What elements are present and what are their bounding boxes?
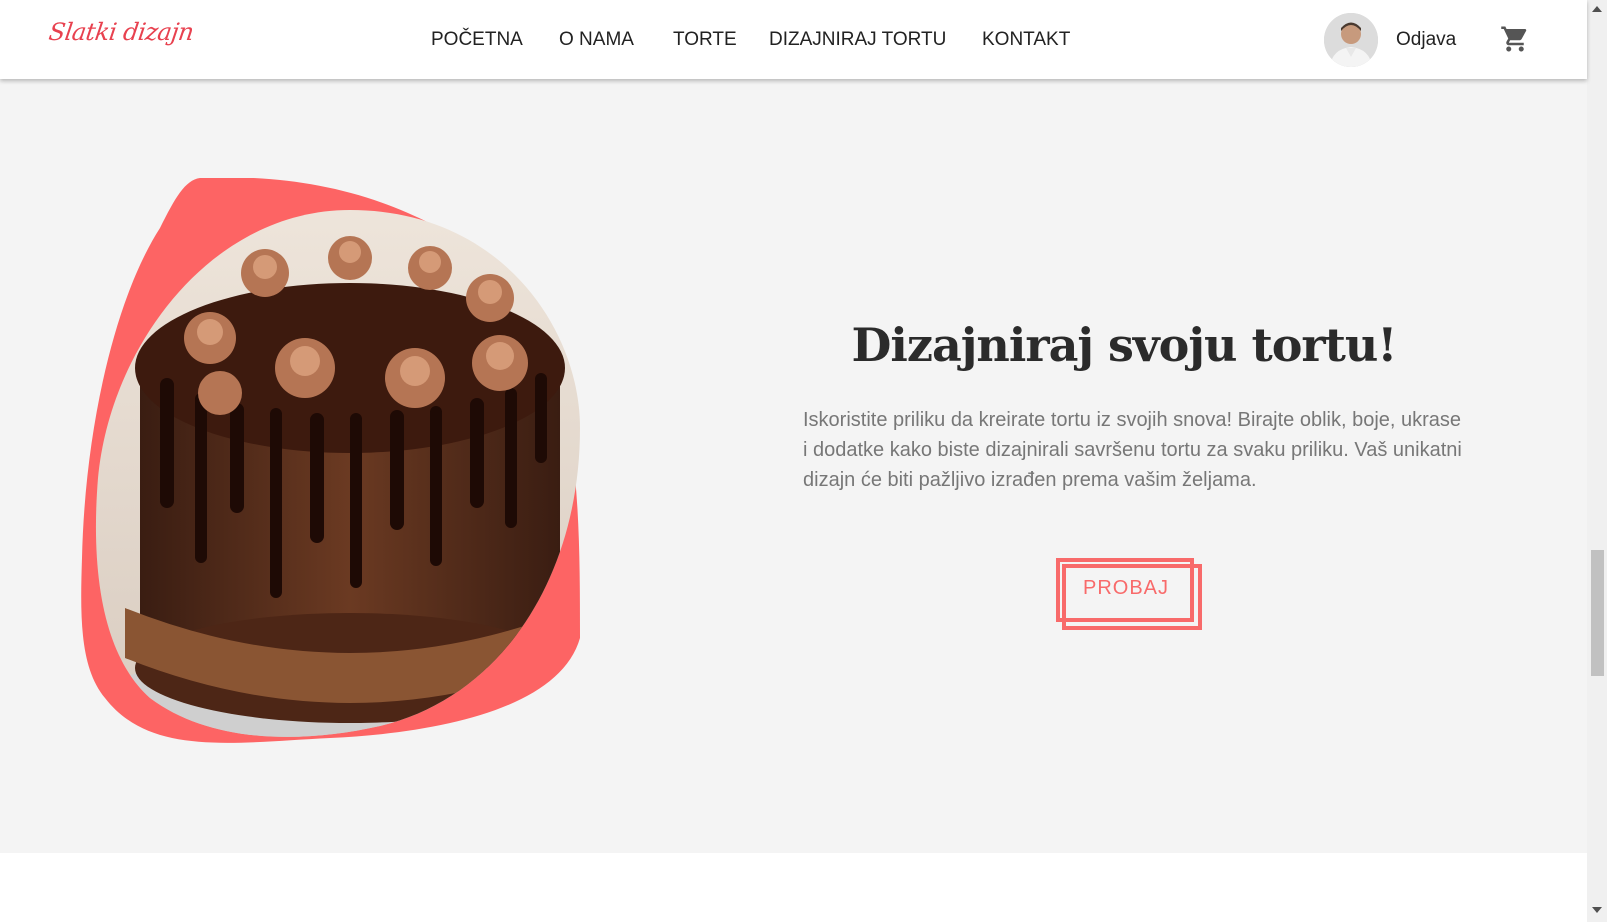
nav-link-dizajniraj-tortu[interactable]: DIZAJNIRAJ TORTU <box>769 29 946 51</box>
probaj-label: PROBAJ <box>1082 577 1170 599</box>
probaj-button[interactable]: PROBAJ <box>1056 558 1202 630</box>
user-avatar[interactable] <box>1324 13 1378 67</box>
user-avatar-icon <box>1324 13 1378 67</box>
nav-link-torte[interactable]: TORTE <box>673 29 737 51</box>
next-section <box>0 853 1587 922</box>
scroll-thumb[interactable] <box>1591 550 1604 676</box>
top-navbar: Slatki dizajn POČETNA O NAMA TORTE DIZAJ… <box>0 0 1587 79</box>
hero-description: Iskoristite priliku da kreirate tortu iz… <box>803 409 1462 491</box>
chocolate-cake-image <box>81 177 580 743</box>
nav-link-kontakt[interactable]: KONTAKT <box>982 29 1070 51</box>
scroll-down-arrow-icon[interactable] <box>1592 907 1602 913</box>
page: Slatki dizajn POČETNA O NAMA TORTE DIZAJ… <box>0 0 1607 922</box>
vertical-scrollbar[interactable] <box>1587 0 1607 922</box>
hero-title: Dizajniraj svoju tortu! <box>851 318 1397 372</box>
cake-image-frame <box>80 177 592 756</box>
nav-link-o-nama[interactable]: O NAMA <box>559 29 634 51</box>
cart-icon[interactable] <box>1500 24 1530 54</box>
scroll-up-arrow-icon[interactable] <box>1592 6 1602 12</box>
nav-link-pocetna[interactable]: POČETNA <box>431 29 523 51</box>
logout-link[interactable]: Odjava <box>1396 29 1456 51</box>
